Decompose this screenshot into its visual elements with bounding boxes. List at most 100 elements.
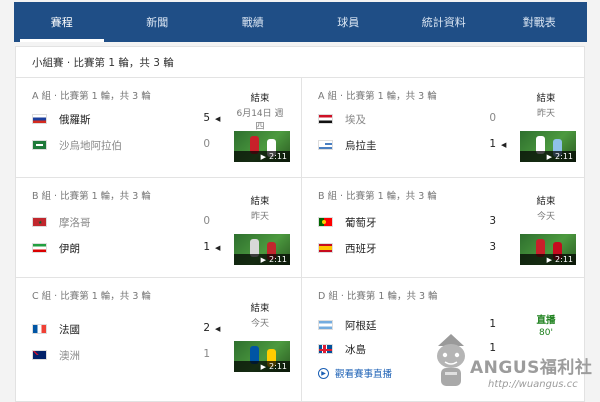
saudi-arabia-flag-icon <box>32 140 47 150</box>
france-flag-icon <box>32 324 47 334</box>
match-status: 結束 6月14日 週四 <box>232 90 288 132</box>
team-score: 2 <box>203 322 210 334</box>
video-duration: 2:11 <box>555 255 573 264</box>
team-row: ★ 摩洛哥 <box>32 214 222 230</box>
winner-arrow-icon: ◀ <box>501 141 507 149</box>
team-score: 0 <box>489 112 496 124</box>
section-title: 小組賽 · 比賽第 1 輪，共 3 輪 <box>32 57 174 69</box>
play-icon: ▶ <box>546 152 553 161</box>
video-duration: 2:11 <box>269 255 287 264</box>
team-name: 澳洲 <box>59 349 80 362</box>
team-score: 3 <box>489 241 496 253</box>
play-icon: ▶ <box>260 255 267 264</box>
team-name: 葡萄牙 <box>345 216 377 229</box>
watermark: ANGUS福利社 http://wuangus.cc <box>430 330 598 400</box>
team-row: 埃及 <box>318 111 508 127</box>
morocco-flag-icon: ★ <box>32 217 47 227</box>
russia-flag-icon <box>32 114 47 124</box>
tab-standings[interactable]: 戰績 <box>205 2 301 42</box>
portugal-flag-icon <box>318 217 333 227</box>
team-row: 烏拉圭 <box>318 137 508 153</box>
spain-flag-icon <box>318 243 333 253</box>
watermark-url: http://wuangus.cc <box>488 379 578 390</box>
team-row: 葡萄牙 <box>318 214 508 230</box>
team-score: 1 <box>203 348 210 360</box>
winner-arrow-icon: ◀ <box>215 244 221 252</box>
iceland-flag-icon <box>318 344 333 354</box>
team-name: 摩洛哥 <box>59 216 91 229</box>
winner-arrow-icon: ◀ <box>215 325 221 333</box>
group-label: A 組 · 比賽第 1 輪，共 3 輪 <box>318 91 437 102</box>
team-score: 5 <box>203 112 210 124</box>
status-text: 結束 <box>250 196 270 207</box>
team-row: 沙烏地阿拉伯 <box>32 137 222 153</box>
highlight-video-thumbnail[interactable]: ▶ 2:11 <box>234 131 290 162</box>
team-score: 1 <box>489 318 496 330</box>
tab-players[interactable]: 球員 <box>301 2 397 42</box>
status-subtext: 6月14日 週四 <box>236 109 284 132</box>
team-name: 冰島 <box>345 343 366 356</box>
status-subtext: 今天 <box>250 319 269 329</box>
group-label: B 組 · 比賽第 1 輪，共 3 輪 <box>32 191 151 202</box>
team-row: 西班牙 <box>318 240 508 256</box>
tab-stats[interactable]: 統計資料 <box>396 2 492 42</box>
winner-arrow-icon: ◀ <box>215 115 221 123</box>
team-score: 0 <box>203 215 210 227</box>
tab-news[interactable]: 新聞 <box>110 2 206 42</box>
video-duration: 2:11 <box>269 152 287 161</box>
argentina-flag-icon <box>318 320 333 330</box>
highlight-video-thumbnail[interactable]: ▶ 2:11 <box>234 234 290 265</box>
status-text: 直播 <box>536 315 556 326</box>
match-status: 結束 今天 <box>232 300 288 329</box>
video-duration: 2:11 <box>555 152 573 161</box>
highlight-video-thumbnail[interactable]: ▶ 2:11 <box>520 131 576 162</box>
group-label: A 組 · 比賽第 1 輪，共 3 輪 <box>32 91 151 102</box>
team-name: 烏拉圭 <box>345 139 377 152</box>
group-label: D 組 · 比賽第 1 輪，共 3 輪 <box>318 291 438 302</box>
match-egypt-uruguay[interactable]: A 組 · 比賽第 1 輪，共 3 輪 埃及 0 烏拉圭 1 ◀ 結束 昨天 ▶… <box>302 78 586 178</box>
match-status: 結束 今天 <box>518 193 574 222</box>
status-text: 結束 <box>250 93 270 104</box>
team-name: 俄羅斯 <box>59 113 91 126</box>
tab-schedule[interactable]: 賽程 <box>14 2 110 42</box>
match-status: 結束 昨天 <box>232 193 288 222</box>
status-text: 結束 <box>536 93 556 104</box>
watch-live-link[interactable]: ▶ 觀看賽事直播 <box>318 366 392 380</box>
watermark-brand: ANGUS福利社 <box>470 358 593 378</box>
team-name: 埃及 <box>345 113 366 126</box>
team-name: 法國 <box>59 323 80 336</box>
team-row: 法國 <box>32 321 222 337</box>
match-morocco-iran[interactable]: B 組 · 比賽第 1 輪，共 3 輪 ★ 摩洛哥 0 伊朗 1 ◀ 結束 昨天… <box>16 178 300 278</box>
team-name: 沙烏地阿拉伯 <box>59 139 122 152</box>
play-icon: ▶ <box>260 152 267 161</box>
page: 賽程 新聞 戰績 球員 統計資料 對戰表 小組賽 · 比賽第 1 輪，共 3 輪… <box>0 0 600 402</box>
match-portugal-spain[interactable]: B 組 · 比賽第 1 輪，共 3 輪 葡萄牙 3 西班牙 3 結束 今天 ▶ 2… <box>302 178 586 278</box>
group-label: C 組 · 比賽第 1 輪，共 3 輪 <box>32 291 151 302</box>
match-status: 結束 昨天 <box>518 90 574 119</box>
status-text: 結束 <box>250 303 270 314</box>
play-circle-icon: ▶ <box>318 367 329 379</box>
highlight-video-thumbnail[interactable]: ▶ 2:11 <box>234 341 290 372</box>
top-navigation: 賽程 新聞 戰績 球員 統計資料 對戰表 <box>14 2 587 42</box>
tab-bracket[interactable]: 對戰表 <box>492 2 588 42</box>
team-name: 西班牙 <box>345 242 377 255</box>
mascot-logo-icon <box>437 334 465 386</box>
play-icon: ▶ <box>260 362 267 371</box>
group-label: B 組 · 比賽第 1 輪，共 3 輪 <box>318 191 437 202</box>
team-row: 澳洲 <box>32 347 222 363</box>
team-name: 阿根廷 <box>345 319 377 332</box>
team-row: 伊朗 <box>32 240 222 256</box>
match-russia-saudi[interactable]: A 組 · 比賽第 1 輪，共 3 輪 俄羅斯 5 ◀ 沙烏地阿拉伯 0 結束 … <box>16 78 300 178</box>
status-subtext: 今天 <box>536 212 555 222</box>
australia-flag-icon <box>32 350 47 360</box>
video-duration: 2:11 <box>269 362 287 371</box>
team-score: 3 <box>489 215 496 227</box>
match-france-australia[interactable]: C 組 · 比賽第 1 輪，共 3 輪 法國 2 ◀ 澳洲 1 結束 今天 ▶ 2… <box>16 278 300 402</box>
highlight-video-thumbnail[interactable]: ▶ 2:11 <box>520 234 576 265</box>
team-row: 俄羅斯 <box>32 111 222 127</box>
status-subtext: 昨天 <box>536 109 555 119</box>
iran-flag-icon <box>32 243 47 253</box>
team-name: 伊朗 <box>59 242 80 255</box>
uruguay-flag-icon <box>318 140 333 150</box>
status-subtext: 昨天 <box>250 212 269 222</box>
